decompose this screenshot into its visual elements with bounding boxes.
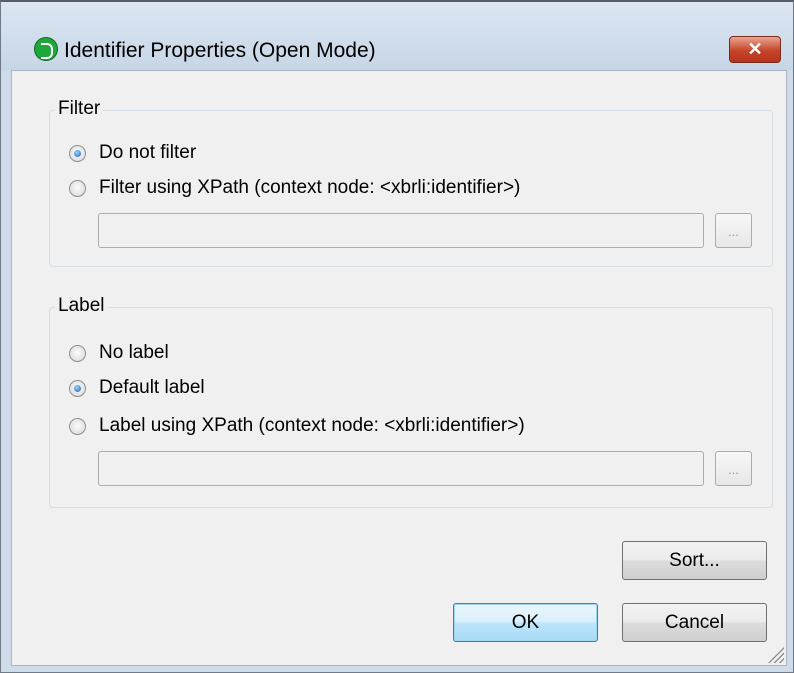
dialog-window: Identifier Properties (Open Mode) ✕ Filt…	[0, 0, 794, 673]
radio-label-no-label: No label	[99, 342, 169, 363]
close-icon: ✕	[747, 39, 763, 59]
radio-button[interactable]	[69, 345, 86, 362]
radio-button[interactable]	[69, 418, 86, 435]
label-xpath-browse-button[interactable]: ...	[715, 451, 752, 486]
radio-button[interactable]	[69, 180, 86, 197]
ok-button[interactable]: OK	[453, 603, 598, 642]
radio-label-do-not-filter: Do not filter	[99, 142, 197, 163]
sort-button[interactable]: Sort...	[622, 541, 767, 580]
radio-button-checked[interactable]	[69, 145, 86, 162]
resize-grip-icon[interactable]	[766, 645, 784, 663]
radio-label-filter-xpath: Filter using XPath (context node: <xbrli…	[99, 177, 521, 198]
label-xpath-input[interactable]	[98, 451, 704, 486]
radio-label-default-label: Default label	[99, 377, 205, 398]
cancel-button[interactable]: Cancel	[622, 603, 767, 642]
dialog-client-area: Filter Do not filter Filter using XPath …	[11, 70, 787, 666]
label-group-label: Label	[55, 295, 108, 317]
title-bar[interactable]: Identifier Properties (Open Mode) ✕	[1, 2, 793, 70]
dialog-title: Identifier Properties (Open Mode)	[64, 39, 376, 62]
radio-label-label-xpath: Label using XPath (context node: <xbrli:…	[99, 415, 525, 436]
radio-button-checked[interactable]	[69, 380, 86, 397]
filter-group-label: Filter	[55, 98, 104, 120]
filter-xpath-browse-button[interactable]: ...	[715, 213, 752, 248]
app-logo-icon	[34, 37, 58, 61]
filter-xpath-input[interactable]	[98, 213, 704, 248]
close-button[interactable]: ✕	[729, 36, 781, 63]
